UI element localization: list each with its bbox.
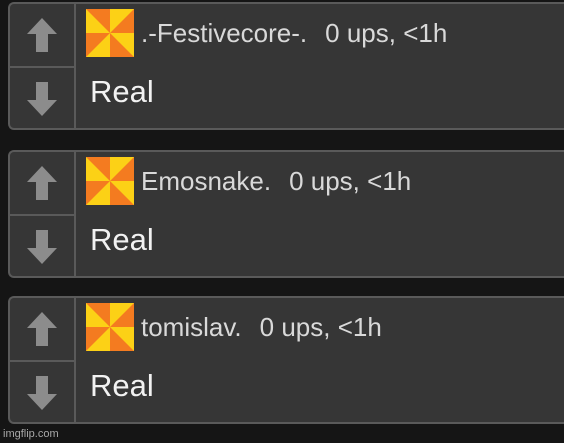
downvote-button[interactable]	[10, 66, 74, 130]
user-avatar[interactable]	[86, 157, 134, 205]
comment-content: tomislav. 0 ups, <1h Real	[86, 298, 564, 422]
downvote-button[interactable]	[10, 214, 74, 278]
user-avatar[interactable]	[86, 303, 134, 351]
username-link[interactable]: Emosnake.	[141, 166, 271, 197]
comment-header: Emosnake. 0 ups, <1h	[86, 156, 411, 206]
comment-content: Emosnake. 0 ups, <1h Real	[86, 152, 564, 276]
arrow-down-icon	[27, 82, 57, 116]
pinwheel-avatar-icon	[86, 303, 134, 351]
comment-header: .-Festivecore-. 0 ups, <1h	[86, 8, 447, 58]
upvote-button[interactable]	[10, 152, 74, 214]
upvote-button[interactable]	[10, 4, 74, 66]
comment-card: .-Festivecore-. 0 ups, <1h Real	[8, 2, 564, 130]
vote-column	[10, 152, 76, 276]
vote-column	[10, 298, 76, 422]
vote-column	[10, 4, 76, 128]
arrow-down-icon	[27, 230, 57, 264]
comment-card: tomislav. 0 ups, <1h Real	[8, 296, 564, 424]
comment-meta: 0 ups, <1h	[259, 311, 382, 342]
comment-header: tomislav. 0 ups, <1h	[86, 302, 382, 352]
comment-text: Real	[90, 222, 154, 257]
comment-text: Real	[90, 74, 154, 109]
comment-content: .-Festivecore-. 0 ups, <1h Real	[86, 4, 564, 128]
user-avatar[interactable]	[86, 9, 134, 57]
pinwheel-avatar-icon	[86, 9, 134, 57]
upvote-button[interactable]	[10, 298, 74, 360]
imgflip-watermark: imgflip.com	[3, 428, 59, 440]
comment-meta: 0 ups, <1h	[289, 165, 412, 196]
downvote-button[interactable]	[10, 360, 74, 424]
arrow-up-icon	[27, 166, 57, 200]
comment-text: Real	[90, 368, 154, 403]
comment-meta: 0 ups, <1h	[325, 17, 448, 48]
arrow-down-icon	[27, 376, 57, 410]
arrow-up-icon	[27, 18, 57, 52]
arrow-up-icon	[27, 312, 57, 346]
username-link[interactable]: tomislav.	[141, 312, 242, 343]
comment-card: Emosnake. 0 ups, <1h Real	[8, 150, 564, 278]
username-link[interactable]: .-Festivecore-.	[141, 18, 307, 49]
pinwheel-avatar-icon	[86, 157, 134, 205]
